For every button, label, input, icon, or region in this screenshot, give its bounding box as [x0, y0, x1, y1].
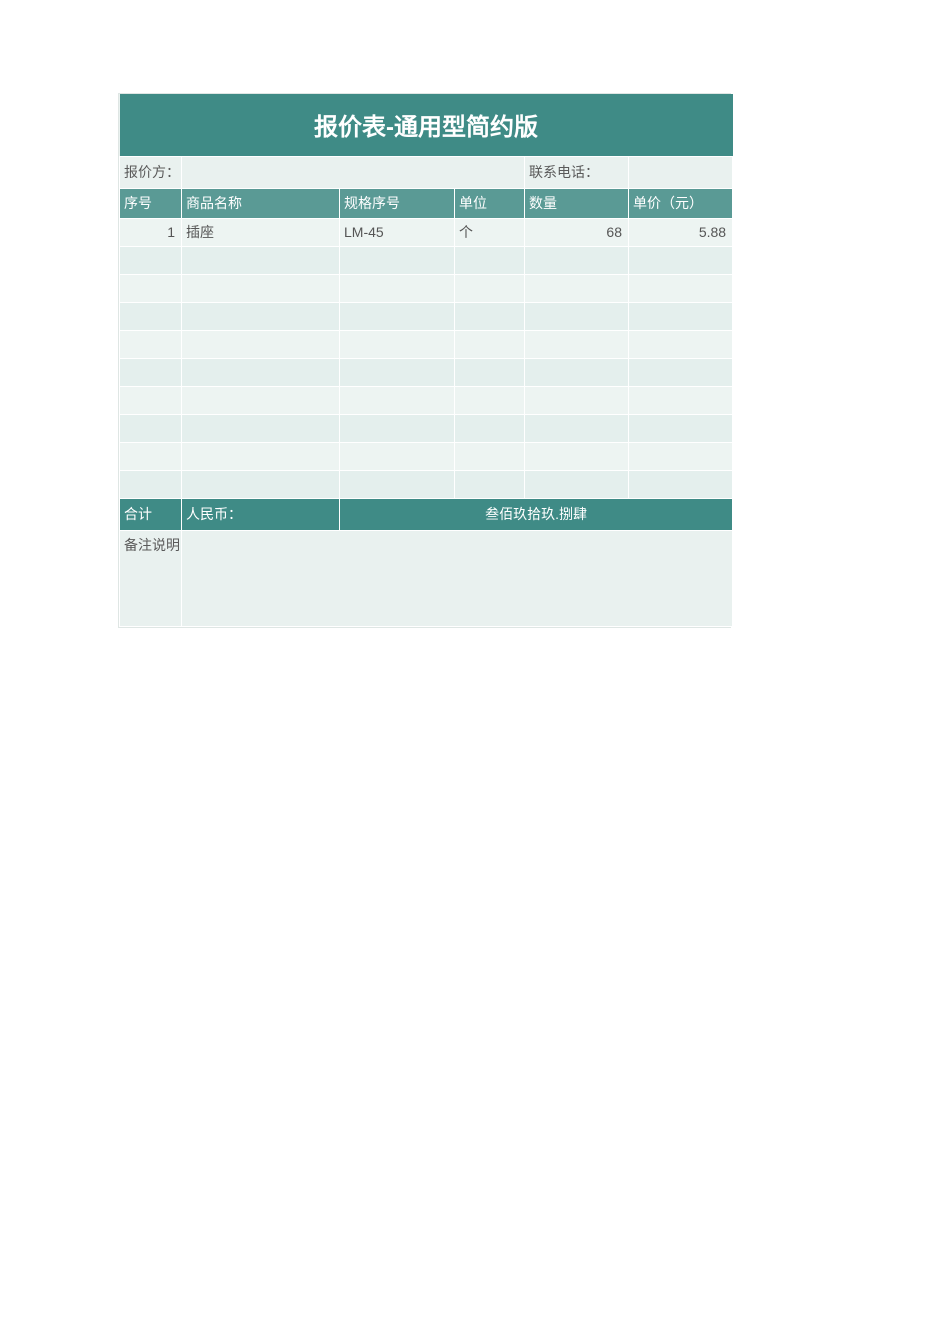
title-row: 报价表-通用型简约版: [120, 94, 733, 156]
cell-price[interactable]: [629, 358, 733, 386]
cell-price[interactable]: [629, 302, 733, 330]
cell-spec[interactable]: [340, 386, 455, 414]
table-row: [120, 358, 733, 386]
total-label: 合计: [120, 498, 182, 530]
cell-spec[interactable]: [340, 330, 455, 358]
cell-qty[interactable]: [525, 358, 629, 386]
cell-spec[interactable]: [340, 302, 455, 330]
cell-seq[interactable]: [120, 302, 182, 330]
cell-price[interactable]: [629, 246, 733, 274]
cell-qty[interactable]: [525, 442, 629, 470]
cell-name[interactable]: [182, 274, 340, 302]
cell-spec[interactable]: [340, 442, 455, 470]
cell-seq[interactable]: 1: [120, 218, 182, 246]
cell-unit[interactable]: [455, 246, 525, 274]
table-row: [120, 414, 733, 442]
column-header-row: 序号 商品名称 规格序号 单位 数量 单价（元）: [120, 188, 733, 218]
quotation-table: 报价表-通用型简约版 报价方： 联系电话： 序号 商品名称 规格序号 单位 数量…: [119, 94, 733, 627]
cell-unit[interactable]: [455, 330, 525, 358]
cell-name[interactable]: [182, 330, 340, 358]
table-row: [120, 470, 733, 498]
cell-name[interactable]: 插座: [182, 218, 340, 246]
total-row: 合计 人民币： 叁佰玖拾玖.捌肆: [120, 498, 733, 530]
cell-qty[interactable]: [525, 470, 629, 498]
cell-seq[interactable]: [120, 330, 182, 358]
table-row: [120, 442, 733, 470]
cell-seq[interactable]: [120, 470, 182, 498]
sheet-title: 报价表-通用型简约版: [120, 94, 733, 156]
cell-price[interactable]: [629, 274, 733, 302]
cell-spec[interactable]: LM-45: [340, 218, 455, 246]
notes-label: 备注说明: [120, 530, 182, 626]
table-row: [120, 246, 733, 274]
cell-qty[interactable]: [525, 330, 629, 358]
cell-price[interactable]: [629, 386, 733, 414]
cell-unit[interactable]: [455, 386, 525, 414]
cell-price[interactable]: [629, 414, 733, 442]
table-row: 1插座LM-45个685.88: [120, 218, 733, 246]
cell-name[interactable]: [182, 302, 340, 330]
cell-price[interactable]: 5.88: [629, 218, 733, 246]
phone-value[interactable]: [629, 156, 733, 188]
cell-name[interactable]: [182, 470, 340, 498]
cell-unit[interactable]: [455, 414, 525, 442]
cell-spec[interactable]: [340, 274, 455, 302]
cell-spec[interactable]: [340, 470, 455, 498]
cell-qty[interactable]: [525, 414, 629, 442]
cell-price[interactable]: [629, 470, 733, 498]
quotation-sheet: 报价表-通用型简约版 报价方： 联系电话： 序号 商品名称 规格序号 单位 数量…: [118, 93, 731, 628]
cell-seq[interactable]: [120, 386, 182, 414]
col-seq: 序号: [120, 188, 182, 218]
cell-spec[interactable]: [340, 414, 455, 442]
info-row: 报价方： 联系电话：: [120, 156, 733, 188]
cell-seq[interactable]: [120, 246, 182, 274]
table-row: [120, 302, 733, 330]
table-row: [120, 330, 733, 358]
cell-qty[interactable]: 68: [525, 218, 629, 246]
col-price: 单价（元）: [629, 188, 733, 218]
cell-unit[interactable]: [455, 470, 525, 498]
cell-name[interactable]: [182, 246, 340, 274]
cell-name[interactable]: [182, 386, 340, 414]
cell-qty[interactable]: [525, 246, 629, 274]
notes-value[interactable]: [182, 530, 733, 626]
cell-seq[interactable]: [120, 274, 182, 302]
cell-name[interactable]: [182, 358, 340, 386]
cell-qty[interactable]: [525, 302, 629, 330]
cell-price[interactable]: [629, 330, 733, 358]
phone-label: 联系电话：: [525, 156, 629, 188]
cell-unit[interactable]: [455, 302, 525, 330]
cell-qty[interactable]: [525, 274, 629, 302]
table-row: [120, 386, 733, 414]
cell-seq[interactable]: [120, 414, 182, 442]
quoter-value[interactable]: [182, 156, 525, 188]
cell-name[interactable]: [182, 414, 340, 442]
cell-price[interactable]: [629, 442, 733, 470]
cell-seq[interactable]: [120, 442, 182, 470]
cell-unit[interactable]: [455, 274, 525, 302]
cell-unit[interactable]: 个: [455, 218, 525, 246]
total-amount-cn: 叁佰玖拾玖.捌肆: [340, 498, 733, 530]
table-row: [120, 274, 733, 302]
cell-unit[interactable]: [455, 442, 525, 470]
col-spec: 规格序号: [340, 188, 455, 218]
notes-row: 备注说明: [120, 530, 733, 626]
cell-unit[interactable]: [455, 358, 525, 386]
cell-qty[interactable]: [525, 386, 629, 414]
cell-spec[interactable]: [340, 358, 455, 386]
cell-seq[interactable]: [120, 358, 182, 386]
col-unit: 单位: [455, 188, 525, 218]
total-currency-label: 人民币：: [182, 498, 340, 530]
col-name: 商品名称: [182, 188, 340, 218]
col-qty: 数量: [525, 188, 629, 218]
quoter-label: 报价方：: [120, 156, 182, 188]
cell-name[interactable]: [182, 442, 340, 470]
cell-spec[interactable]: [340, 246, 455, 274]
